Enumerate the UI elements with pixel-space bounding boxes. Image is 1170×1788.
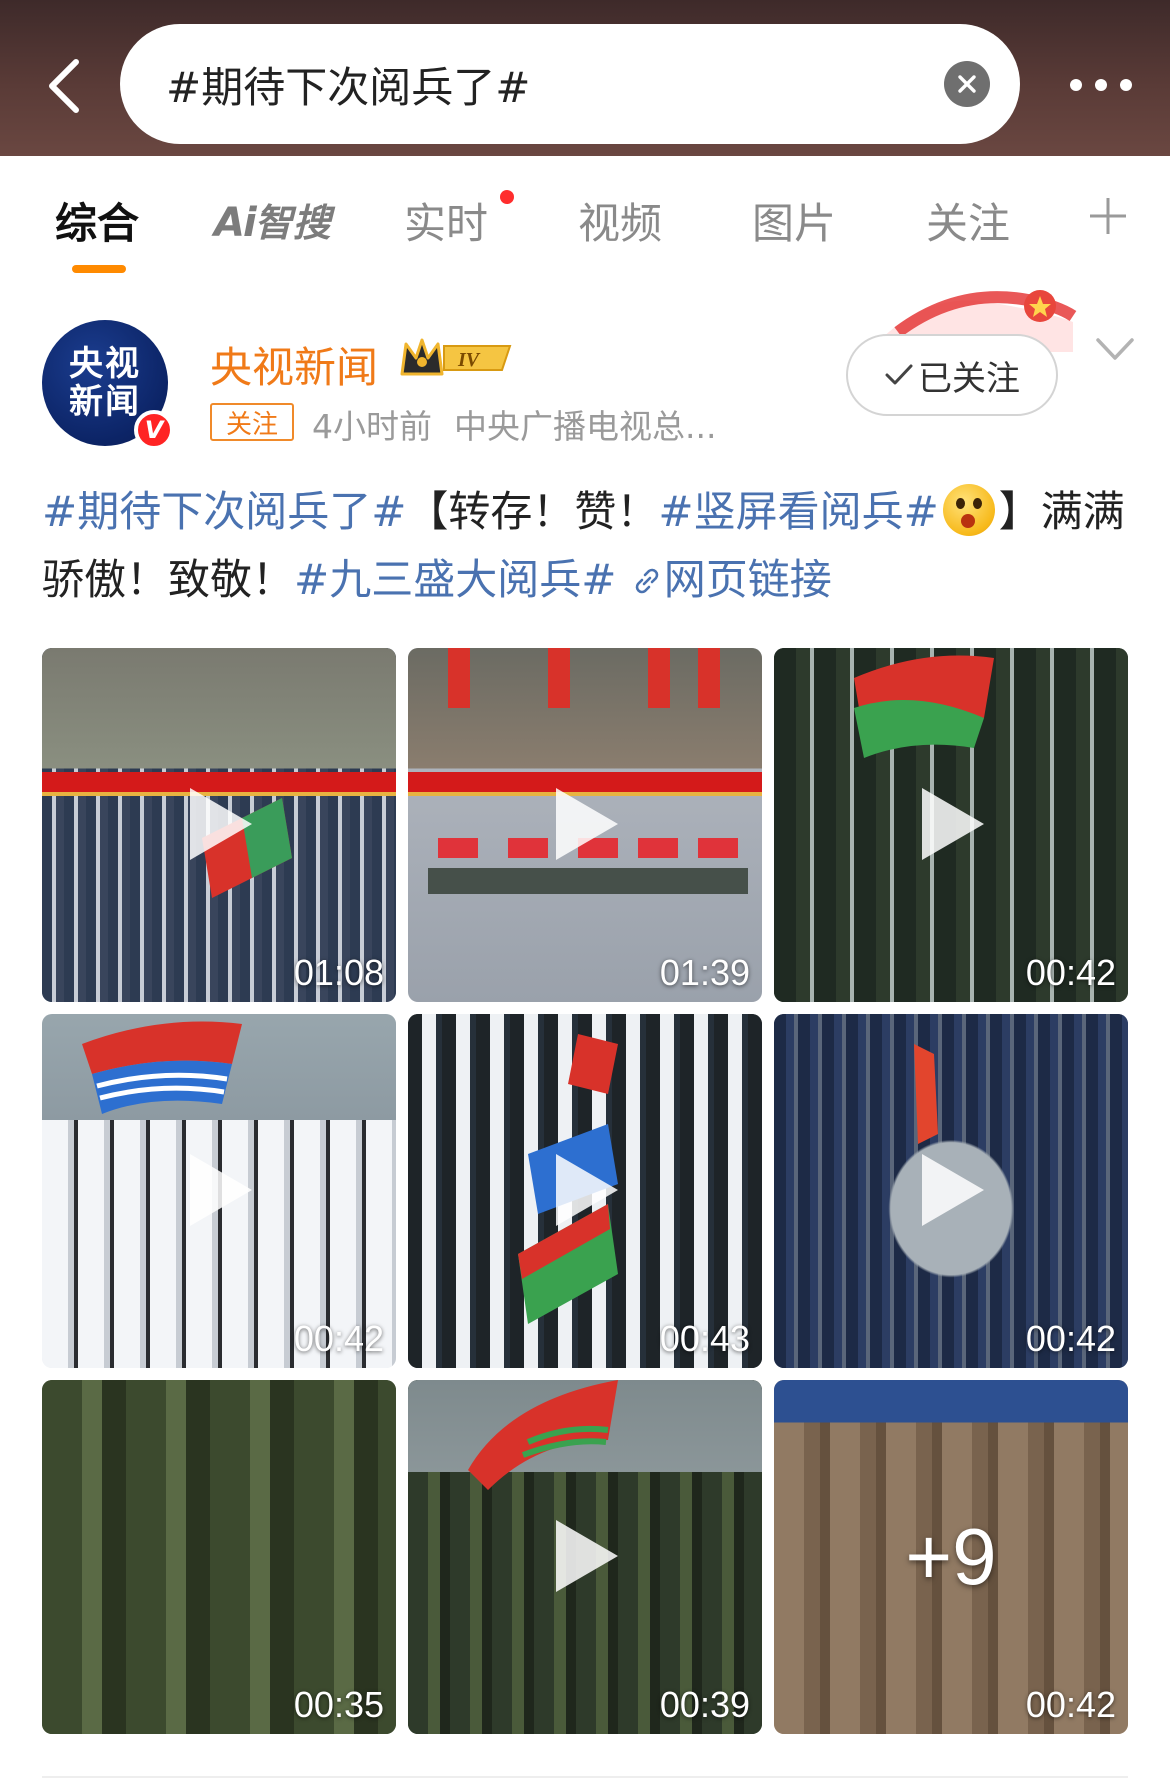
video-duration: 00:42 xyxy=(1025,1684,1116,1725)
video-duration: 01:39 xyxy=(659,952,750,993)
dot-icon xyxy=(1120,79,1132,91)
search-tabs: 综合 Ai智搜 实时 视频 图片 关注 xyxy=(0,156,1170,276)
surprised-face-emoji-icon xyxy=(942,484,995,536)
followed-label: 已关注 xyxy=(918,358,1020,399)
chevron-down-icon[interactable] xyxy=(1090,330,1140,370)
video-duration: 00:39 xyxy=(659,1684,750,1725)
link-icon xyxy=(635,568,659,594)
more-options-button[interactable] xyxy=(1056,60,1146,110)
video-duration: 00:42 xyxy=(293,1318,384,1359)
video-grid: 01:08 01:39 00:42 00:42 00:43 00:42 00:3… xyxy=(42,648,1128,1734)
video-thumbnail[interactable]: 01:08 xyxy=(42,648,396,1002)
active-tab-indicator xyxy=(72,265,126,273)
post-meta: 4小时前 中央广播电视总... xyxy=(312,400,716,448)
flag-icon xyxy=(914,1044,938,1144)
play-icon xyxy=(922,788,984,860)
close-icon xyxy=(958,75,976,93)
follow-tag: 关注 xyxy=(210,403,294,441)
video-thumbnail[interactable]: 00:42 xyxy=(774,648,1128,1002)
new-content-dot xyxy=(500,190,514,204)
avatar-text-line1: 央视 xyxy=(69,344,141,384)
plus-icon[interactable] xyxy=(1088,196,1128,236)
chevron-left-icon xyxy=(49,59,79,113)
tab-video[interactable]: 视频 xyxy=(578,190,662,251)
search-input[interactable] xyxy=(166,59,944,109)
post-text-segment: 【转存！赞！ xyxy=(406,487,659,536)
video-thumbnail-more[interactable]: +9 00:42 xyxy=(774,1380,1128,1734)
dot-icon xyxy=(1095,79,1107,91)
vip-crown-badge-icon: IV xyxy=(400,338,512,376)
hashtag-link[interactable]: #竖屏看阅兵# xyxy=(658,487,938,536)
video-thumbnail[interactable]: 00:43 xyxy=(408,1014,762,1368)
ai-logo-text: Ai xyxy=(214,200,257,246)
video-duration: 00:43 xyxy=(659,1318,750,1359)
post-time: 4小时前 xyxy=(312,407,432,446)
play-icon xyxy=(190,1154,252,1226)
video-thumbnail[interactable]: 01:39 xyxy=(408,648,762,1002)
back-button[interactable] xyxy=(28,46,100,126)
play-icon xyxy=(922,1154,984,1226)
hashtag-link[interactable]: #期待下次阅兵了# xyxy=(42,487,406,536)
video-preview-image xyxy=(42,1380,396,1734)
avatar-text-line2: 新闻 xyxy=(69,382,141,422)
divider xyxy=(42,1776,1128,1778)
flag-icon xyxy=(854,655,994,758)
dot-icon xyxy=(1070,79,1082,91)
followed-button[interactable]: 已关注 xyxy=(846,334,1058,416)
video-thumbnail[interactable]: 00:35 xyxy=(42,1380,396,1734)
video-duration: 01:08 xyxy=(293,952,384,993)
tab-following[interactable]: 关注 xyxy=(926,190,1010,251)
check-icon xyxy=(885,364,913,385)
video-thumbnail[interactable]: 00:39 xyxy=(408,1380,762,1734)
more-videos-count: +9 xyxy=(905,1512,997,1601)
video-duration: 00:35 xyxy=(293,1684,384,1725)
hashtag-link[interactable]: #九三盛大阅兵# xyxy=(294,555,616,604)
tab-comprehensive[interactable]: 综合 xyxy=(55,190,139,251)
play-icon xyxy=(190,788,252,860)
web-link-label: 网页链接 xyxy=(663,555,832,604)
clear-search-button[interactable] xyxy=(944,61,990,107)
level-text: IV xyxy=(457,349,481,371)
tab-realtime[interactable]: 实时 xyxy=(404,190,488,251)
play-icon xyxy=(556,1154,618,1226)
ai-tab-label: 智搜 xyxy=(254,201,331,245)
video-thumbnail[interactable]: 00:42 xyxy=(42,1014,396,1368)
verified-badge-icon: V xyxy=(134,410,174,450)
web-link[interactable]: 网页链接 xyxy=(630,555,832,604)
author-name[interactable]: 央视新闻 xyxy=(210,334,378,395)
flag-row-icon xyxy=(448,648,720,708)
post-source: 中央广播电视总... xyxy=(454,407,717,446)
play-icon xyxy=(556,1520,618,1592)
post-text: #期待下次阅兵了#【转存！赞！#竖屏看阅兵# 】满满骄傲！致敬！#九三盛大阅兵# … xyxy=(42,478,1132,614)
flag-icon xyxy=(82,1021,242,1114)
flag-icon xyxy=(468,1380,618,1490)
video-duration: 00:42 xyxy=(1025,952,1116,993)
tab-images[interactable]: 图片 xyxy=(752,190,836,251)
video-duration: 00:42 xyxy=(1025,1318,1116,1359)
search-box[interactable] xyxy=(120,24,1020,144)
play-icon xyxy=(556,788,618,860)
tab-ai-search[interactable]: Ai智搜 xyxy=(214,192,331,247)
video-thumbnail[interactable]: 00:42 xyxy=(774,1014,1128,1368)
search-header xyxy=(0,0,1170,156)
